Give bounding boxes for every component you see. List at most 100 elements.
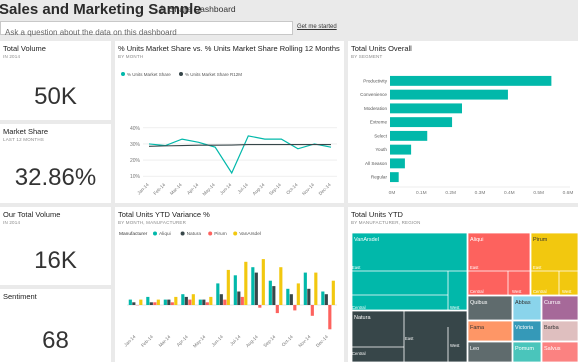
column-bar — [237, 291, 241, 305]
treemap-region-label: East — [470, 265, 479, 270]
x-tick-label: 0.5M — [533, 190, 544, 196]
x-tick-label: Aug-14 — [245, 334, 259, 348]
x-tick-label: Jul-14 — [237, 182, 250, 195]
x-tick-label: Jun-14 — [219, 182, 233, 196]
category-label: Extreme — [370, 120, 388, 125]
market-share-chart-tile[interactable]: % Units Market Share vs. % Units Market … — [115, 41, 344, 203]
column-bar — [258, 305, 262, 308]
column-bar — [331, 280, 335, 305]
x-tick-label: Mar-14 — [169, 182, 183, 196]
column-bar — [279, 267, 283, 305]
treemap-region-label: East — [352, 265, 361, 270]
x-tick-label: Nov-14 — [301, 182, 315, 196]
x-tick-label: May-14 — [202, 182, 217, 197]
y-tick-label: 20% — [130, 158, 141, 164]
x-tick-label: Apr-14 — [176, 334, 190, 348]
column-bar — [303, 272, 307, 305]
legend-label: % Units Market Share R12M — [185, 72, 242, 77]
column-bar — [216, 283, 220, 305]
x-tick-label: Sep-14 — [268, 182, 282, 196]
column-bar — [233, 275, 237, 305]
treemap-label: Quibus — [470, 300, 488, 306]
legend-marker — [153, 231, 157, 236]
bar — [390, 89, 508, 100]
treemap-label: Salvus — [544, 346, 561, 352]
share-icon — [159, 5, 165, 13]
category-label: Moderation — [364, 106, 387, 111]
tile-title: Market Share — [3, 127, 49, 136]
legend-label: VanArsdel — [239, 231, 261, 237]
bar — [390, 158, 405, 169]
x-tick-label: Oct-14 — [281, 334, 295, 348]
ytd-variance-tile[interactable]: Total Units YTD Variance % BY MONTH, MAN… — [115, 207, 344, 362]
column-bar — [181, 294, 185, 305]
ytd-variance-column-chart: Manufacturer Aliqui Natura Pirum VanArsdel Ja… — [119, 231, 337, 349]
get-started-link[interactable]: Get me started — [297, 24, 337, 30]
column-bar — [240, 296, 244, 305]
share-dashboard-button[interactable]: Share Dashboard — [158, 4, 236, 14]
x-tick-label: Dec-14 — [315, 334, 329, 348]
dashboard-header: Sales and Marketing Sample Share Dashboa… — [0, 0, 578, 20]
treemap-cell — [512, 341, 542, 362]
y-tick-label: 30% — [130, 142, 141, 148]
treemap-label: Leo — [470, 346, 479, 352]
market-share-line-chart: % Units Market Share % Units Market Share… — [121, 72, 337, 197]
total-units-ytd-tile[interactable]: Total Units YTD BY MANUFACTURER, REGION … — [348, 207, 578, 362]
sentiment-tile[interactable]: Sentiment 68 — [0, 289, 111, 362]
column-bar — [328, 305, 332, 330]
segment-bar-chart: Productivity Convenience Moderation Extreme… — [360, 75, 573, 196]
column-bar — [198, 299, 202, 305]
treemap-region-label: Central — [470, 289, 484, 294]
column-bar — [226, 269, 230, 305]
treemap-region-label: Central — [533, 289, 547, 294]
x-tick-label: May-14 — [192, 334, 207, 349]
column-bar — [244, 261, 248, 305]
qa-input[interactable] — [1, 26, 292, 39]
series-line-1 — [148, 144, 331, 147]
column-bar — [286, 288, 290, 305]
bar — [390, 172, 399, 183]
bar — [390, 75, 552, 86]
column-bar — [219, 294, 223, 305]
total-volume-tile[interactable]: Total Volume IN 2014 50K — [0, 41, 111, 120]
our-total-volume-tile[interactable]: Our Total Volume IN 2014 16K — [0, 207, 111, 285]
x-tick-label: Apr-14 — [186, 182, 200, 196]
units-ytd-treemap: VanArsdel East Central West Natura Central Eas… — [351, 232, 578, 362]
tile-subtitle: IN 2014 — [3, 220, 21, 225]
treemap-label: Natura — [354, 315, 371, 321]
category-label: Select — [374, 133, 387, 138]
x-tick-label: Jun-14 — [210, 334, 224, 348]
kpi-value: 16K — [34, 247, 77, 274]
qa-bar — [0, 21, 293, 39]
treemap-region-label: West — [450, 305, 460, 310]
column-bar — [272, 286, 276, 305]
column-bar — [275, 305, 279, 314]
column-bar — [268, 280, 272, 305]
tile-title: Sentiment — [3, 292, 37, 301]
bar — [390, 103, 462, 114]
treemap-label: Pirum — [533, 237, 548, 243]
column-bar — [205, 302, 209, 305]
column-bar — [149, 302, 153, 305]
x-tick-label: Feb-14 — [140, 334, 154, 348]
x-tick-label: Mar-14 — [158, 334, 172, 348]
column-bar — [170, 302, 174, 305]
column-bar — [324, 294, 328, 305]
treemap-region-label: West — [562, 289, 572, 294]
market-share-tile[interactable]: Market Share LAST 12 MONTHS 32.86% — [0, 124, 111, 203]
category-label: Youth — [375, 147, 387, 152]
kpi-value: 50K — [34, 83, 77, 110]
column-bar — [209, 296, 213, 305]
treemap-cell — [467, 320, 513, 342]
treemap-region-label: Central — [352, 305, 366, 310]
total-units-overall-tile[interactable]: Total Units Overall BY SEGMENT Productiv… — [348, 41, 578, 203]
column-bar — [184, 296, 188, 305]
category-label: Regular — [371, 175, 388, 180]
column-bar — [132, 302, 136, 305]
tile-title: Our Total Volume — [3, 210, 61, 219]
legend-label: % Units Market Share — [127, 72, 171, 77]
kpi-value: 68 — [42, 327, 69, 354]
column-bar — [153, 302, 157, 305]
treemap-label: Victoria — [515, 325, 534, 331]
treemap-cell — [541, 320, 578, 342]
